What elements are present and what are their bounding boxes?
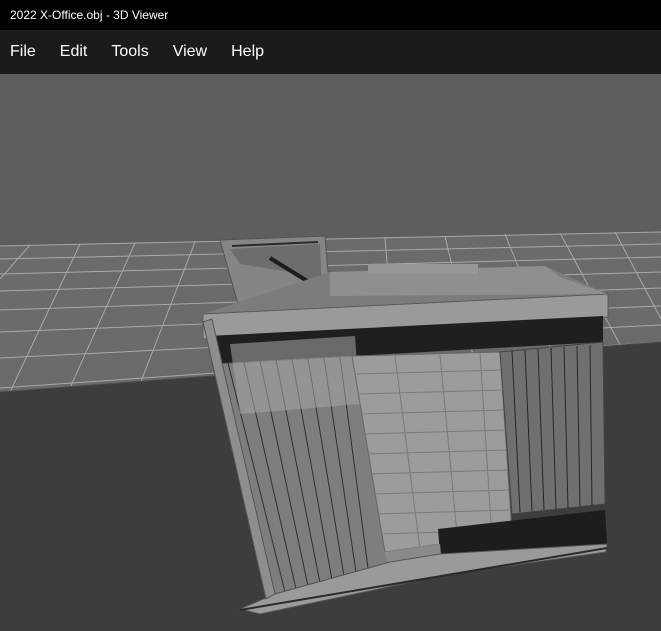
menu-edit[interactable]: Edit <box>60 43 100 61</box>
title-bar: 2022 X-Office.obj - 3D Viewer <box>0 0 661 30</box>
menu-bar: File Edit Tools View Help <box>0 30 661 74</box>
menu-tools[interactable]: Tools <box>111 43 160 61</box>
window-title: 2022 X-Office.obj - 3D Viewer <box>10 8 169 22</box>
3d-viewport[interactable] <box>0 74 661 631</box>
building-model <box>202 235 609 615</box>
menu-view[interactable]: View <box>173 43 219 61</box>
scene-svg <box>0 74 661 631</box>
menu-file[interactable]: File <box>10 43 48 61</box>
menu-help[interactable]: Help <box>231 43 276 61</box>
